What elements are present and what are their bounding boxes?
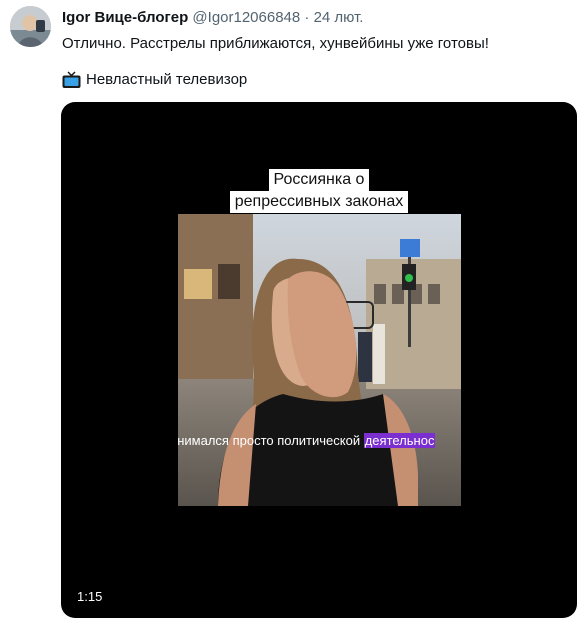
video-caption-line1-row: Россиянка о [61,169,577,191]
avatar[interactable] [10,6,51,47]
tweet-date[interactable]: 24 лют. [314,9,364,26]
tweet-text: Отлично. Расстрелы приближаются, хунвейб… [62,35,489,52]
author-name[interactable]: Igor Вице-блогер [62,9,188,26]
video-frame-image [178,214,461,506]
video-subtitle-text: анимался просто политической [178,433,364,448]
source-label[interactable]: Невластный телевизор [86,70,247,90]
tweet: Igor Вице-блогер @Igor12066848 · 24 лют.… [0,0,585,623]
video-caption-line2-row: репрессивных законах [61,191,577,213]
avatar-image [10,6,51,47]
separator-dot: · [304,9,310,26]
video-frame: анимался просто политической деятельнос [178,214,461,506]
video-caption-line1: Россиянка о [268,169,370,191]
video-player[interactable]: Россиянка о репрессивных законах анималс… [61,102,577,618]
video-subtitle: анимался просто политической деятельнос [178,432,436,450]
tweet-header: Igor Вице-блогер @Igor12066848 · 24 лют. [62,9,363,27]
tv-icon [62,71,81,89]
source-line: Невластный телевизор [62,70,247,90]
author-handle[interactable]: @Igor12066848 [192,9,300,26]
video-duration: 1:15 [77,589,103,604]
video-caption-line2: репрессивных законах [229,191,409,213]
video-subtitle-highlight: деятельнос [363,433,436,448]
